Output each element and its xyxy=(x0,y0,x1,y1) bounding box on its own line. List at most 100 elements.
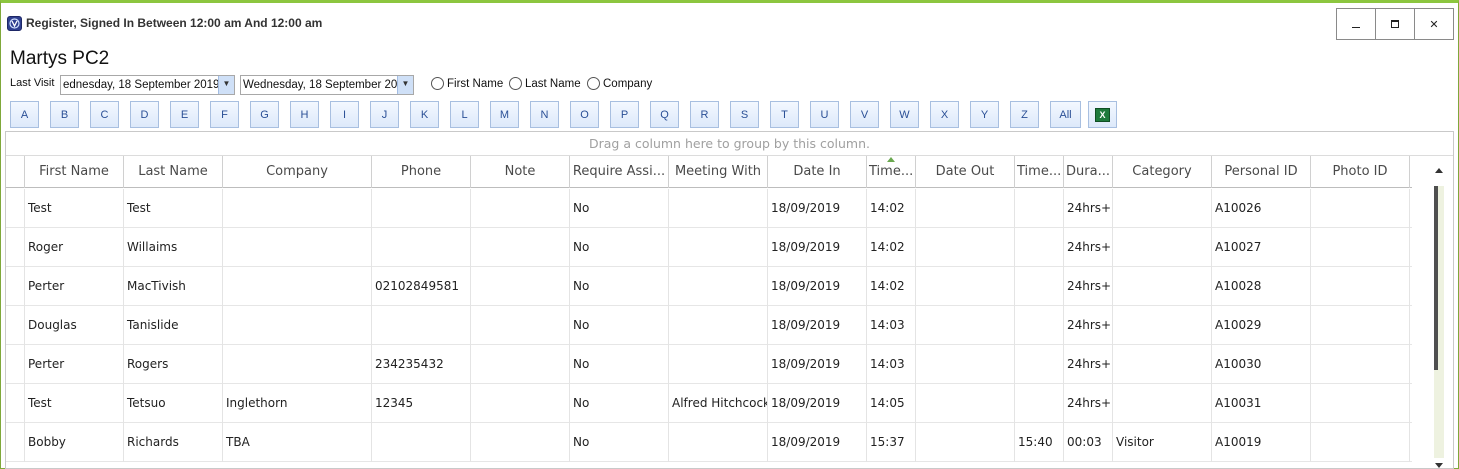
table-cell[interactable] xyxy=(1015,384,1064,423)
table-cell[interactable] xyxy=(471,384,570,423)
table-cell[interactable] xyxy=(1311,423,1410,462)
table-cell[interactable]: 18/09/2019 xyxy=(768,306,867,345)
table-cell[interactable] xyxy=(1311,267,1410,306)
letter-button-p[interactable]: P xyxy=(610,101,639,128)
maximize-button[interactable] xyxy=(1375,8,1415,40)
excel-export-button[interactable]: X xyxy=(1088,101,1117,128)
table-cell[interactable]: Perter xyxy=(25,345,124,384)
letter-button-v[interactable]: V xyxy=(850,101,879,128)
letter-button-q[interactable]: Q xyxy=(650,101,679,128)
table-cell[interactable] xyxy=(669,189,768,228)
table-cell[interactable]: Tanislide xyxy=(124,306,223,345)
letter-button-u[interactable]: U xyxy=(810,101,839,128)
column-header[interactable]: Last Name xyxy=(124,156,223,188)
table-cell[interactable] xyxy=(1113,384,1212,423)
table-cell[interactable]: Test xyxy=(25,189,124,228)
minimize-button[interactable] xyxy=(1336,8,1376,40)
letter-button-t[interactable]: T xyxy=(770,101,799,128)
table-cell[interactable] xyxy=(1311,384,1410,423)
table-cell[interactable]: 24hrs+ xyxy=(1064,228,1113,267)
table-cell[interactable] xyxy=(471,267,570,306)
row-indicator[interactable] xyxy=(6,228,25,267)
table-cell[interactable] xyxy=(1113,267,1212,306)
table-cell[interactable]: No xyxy=(570,384,669,423)
table-cell[interactable] xyxy=(916,345,1015,384)
table-row[interactable]: Test Test No 18/09/2019 14:02 24hrs+ A10026 xyxy=(6,189,1412,228)
letter-button-n[interactable]: N xyxy=(530,101,559,128)
table-cell[interactable]: Richards xyxy=(124,423,223,462)
table-cell[interactable]: 14:03 xyxy=(867,306,916,345)
letter-button-y[interactable]: Y xyxy=(970,101,999,128)
table-cell[interactable]: 14:02 xyxy=(867,228,916,267)
table-cell[interactable]: 14:03 xyxy=(867,345,916,384)
column-header[interactable]: Category xyxy=(1113,156,1212,188)
letter-button-g[interactable]: G xyxy=(250,101,279,128)
table-cell[interactable] xyxy=(372,189,471,228)
letter-button-b[interactable]: B xyxy=(50,101,79,128)
table-cell[interactable] xyxy=(1311,345,1410,384)
radio-circle[interactable] xyxy=(509,77,522,90)
table-cell[interactable] xyxy=(1015,345,1064,384)
table-cell[interactable] xyxy=(916,228,1015,267)
table-row[interactable]: Perter Rogers 234235432 No 18/09/2019 14:03 24… xyxy=(6,345,1412,384)
table-row[interactable]: Test Tetsuo Inglethorn 12345 No Alfred Hitchc… xyxy=(6,384,1412,423)
table-cell[interactable]: Douglas xyxy=(25,306,124,345)
radio-circle[interactable] xyxy=(587,77,600,90)
table-cell[interactable]: 15:37 xyxy=(867,423,916,462)
table-cell[interactable] xyxy=(471,423,570,462)
letter-button-o[interactable]: O xyxy=(570,101,599,128)
table-cell[interactable]: A10019 xyxy=(1212,423,1311,462)
table-cell[interactable] xyxy=(471,306,570,345)
radio-company[interactable]: Company xyxy=(587,77,652,90)
table-cell[interactable] xyxy=(669,228,768,267)
table-cell[interactable]: 18/09/2019 xyxy=(768,384,867,423)
vertical-scrollbar[interactable] xyxy=(1432,160,1446,468)
row-indicator[interactable] xyxy=(6,189,25,228)
table-row[interactable]: Perter MacTivish 02102849581 No 18/09/2019 14… xyxy=(6,267,1412,306)
column-header[interactable]: Company xyxy=(223,156,372,188)
table-cell[interactable] xyxy=(916,423,1015,462)
table-cell[interactable]: A10027 xyxy=(1212,228,1311,267)
row-indicator[interactable] xyxy=(6,345,25,384)
table-cell[interactable] xyxy=(1311,228,1410,267)
letter-button-z[interactable]: Z xyxy=(1010,101,1039,128)
column-header[interactable]: Time... xyxy=(1015,156,1064,188)
table-cell[interactable] xyxy=(1113,306,1212,345)
table-cell[interactable] xyxy=(669,267,768,306)
table-cell[interactable]: Willaims xyxy=(124,228,223,267)
radio-last-name[interactable]: Last Name xyxy=(509,77,581,90)
row-indicator[interactable] xyxy=(6,423,25,462)
letter-button-c[interactable]: C xyxy=(90,101,119,128)
table-cell[interactable] xyxy=(1015,306,1064,345)
row-indicator[interactable] xyxy=(6,384,25,423)
table-cell[interactable]: Test xyxy=(25,384,124,423)
table-row[interactable]: Roger Willaims No 18/09/2019 14:02 24hrs+ A100… xyxy=(6,228,1412,267)
table-cell[interactable] xyxy=(916,267,1015,306)
date-from-picker[interactable]: ednesday, 18 September 2019 ▼ xyxy=(60,75,235,95)
table-cell[interactable]: A10028 xyxy=(1212,267,1311,306)
table-cell[interactable] xyxy=(669,306,768,345)
table-cell[interactable]: A10026 xyxy=(1212,189,1311,228)
table-cell[interactable]: Tetsuo xyxy=(124,384,223,423)
table-cell[interactable]: 02102849581 xyxy=(372,267,471,306)
table-cell[interactable]: 00:03 xyxy=(1064,423,1113,462)
letter-button-a[interactable]: A xyxy=(10,101,39,128)
table-cell[interactable]: 14:02 xyxy=(867,267,916,306)
table-cell[interactable] xyxy=(223,228,372,267)
table-cell[interactable]: 18/09/2019 xyxy=(768,267,867,306)
letter-button-all[interactable]: All xyxy=(1050,101,1081,128)
column-header[interactable]: Dura... xyxy=(1064,156,1113,188)
table-cell[interactable] xyxy=(669,423,768,462)
chevron-down-icon[interactable]: ▼ xyxy=(397,76,413,94)
table-cell[interactable]: Alfred Hitchcock xyxy=(669,384,768,423)
table-cell[interactable] xyxy=(1015,228,1064,267)
table-cell[interactable] xyxy=(1311,306,1410,345)
table-cell[interactable] xyxy=(223,189,372,228)
table-cell[interactable]: No xyxy=(570,345,669,384)
letter-button-m[interactable]: M xyxy=(490,101,519,128)
table-cell[interactable]: Roger xyxy=(25,228,124,267)
table-cell[interactable] xyxy=(1015,189,1064,228)
table-cell[interactable] xyxy=(669,345,768,384)
letter-button-j[interactable]: J xyxy=(370,101,399,128)
letter-button-l[interactable]: L xyxy=(450,101,479,128)
